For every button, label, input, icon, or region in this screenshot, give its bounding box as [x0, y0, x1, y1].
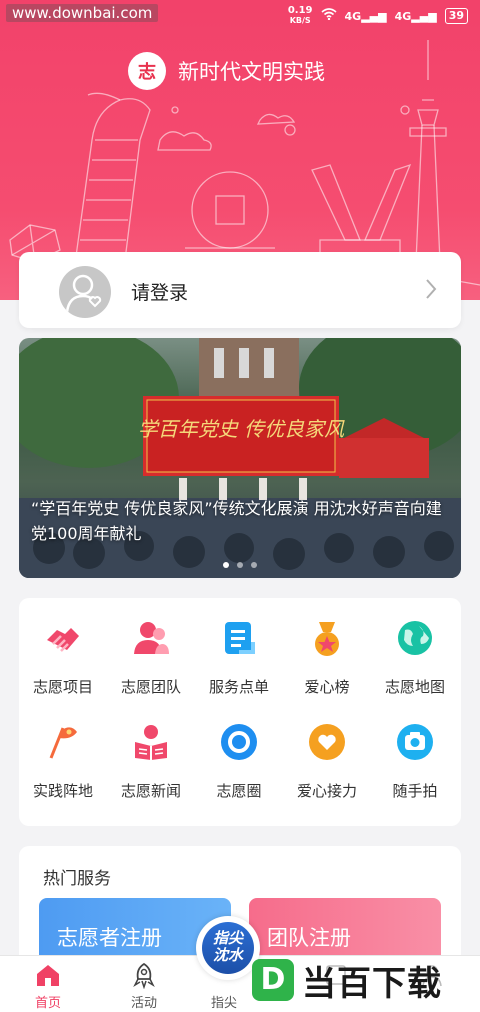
status-indicators: 0.19 KB/S 4G▂▄▆ 4G▂▄▆ 39 [288, 6, 468, 26]
battery-icon: 39 [444, 8, 468, 24]
watermark-text: www.downbai.com [6, 4, 159, 22]
signal-4g-icon: 4G▂▄▆ [344, 9, 387, 23]
grid-item-snapshot[interactable]: 随手拍 [371, 704, 459, 800]
network-speed: 0.19 KB/S [287, 5, 313, 26]
svg-text:学百年党史 传优良家风: 学百年党史 传优良家风 [138, 417, 345, 441]
grid-item-volunteer-team[interactable]: 志愿团队 [107, 600, 195, 696]
medal-icon [315, 622, 339, 656]
volunteer-logo-icon: 志 [128, 52, 166, 90]
carousel-dot[interactable] [223, 562, 229, 568]
news-carousel[interactable]: 学百年党史 传优良家风 “学百年党史 传优良家风”传统文化展演 用沈水好声音向建… [19, 338, 461, 578]
carousel-dot[interactable] [251, 562, 257, 568]
circle-icon [221, 724, 257, 760]
fingertip-float-button[interactable]: 指尖 沈水 [196, 916, 260, 980]
avatar [59, 266, 111, 318]
grid-item-practice-base[interactable]: 实践阵地 [19, 704, 107, 800]
status-bar: www.downbai.com 0.19 KB/S 4G▂▄▆ 4G▂▄▆ 39 [0, 0, 480, 30]
carousel-dot[interactable] [237, 562, 243, 568]
flag-icon [49, 727, 77, 759]
banner-caption: “学百年党史 传优良家风”传统文化展演 用沈水好声音向建党100周年献礼 [31, 499, 442, 543]
globe-icon [398, 621, 432, 655]
rocket-icon [133, 962, 155, 989]
signal-4g-icon: 4G▂▄▆ [394, 9, 437, 23]
brand-text: 当百下载 [302, 963, 442, 1004]
grid-item-volunteer-circle[interactable]: 志愿圈 [195, 704, 283, 800]
chevron-right-icon [425, 278, 437, 306]
login-label: 请登录 [131, 282, 189, 304]
section-title: 热门服务 [43, 869, 111, 889]
app-header: 志 新时代文明实践 [128, 52, 325, 90]
brand-logo-icon: D [252, 959, 294, 1001]
wifi-icon [321, 8, 337, 24]
user-icon [65, 274, 102, 313]
login-card[interactable]: 请登录 [19, 252, 461, 328]
grid-item-volunteer-news[interactable]: 志愿新闻 [107, 704, 195, 800]
team-icon [134, 622, 169, 654]
feature-grid: 志愿项目 志愿团队 服务点单 爱心榜 志愿地图 实践阵地 志愿新闻 志愿圈 爱心… [19, 598, 461, 826]
reader-icon [135, 725, 167, 760]
grid-item-service-order[interactable]: 服务点单 [195, 600, 283, 696]
grid-item-volunteer-map[interactable]: 志愿地图 [371, 600, 459, 696]
grid-item-volunteer-project[interactable]: 志愿项目 [19, 600, 107, 696]
page-title: 新时代文明实践 [178, 60, 325, 84]
camera-icon [397, 724, 433, 760]
fingertip-logo-icon: 指尖 沈水 [202, 922, 254, 974]
site-watermark: D 当百下载 [252, 955, 476, 1005]
grid-item-love-relay[interactable]: 爱心接力 [283, 704, 371, 800]
grid-item-love-ranking[interactable]: 爱心榜 [283, 600, 371, 696]
home-icon [37, 965, 59, 986]
carousel-dots [223, 562, 257, 568]
order-icon [225, 622, 255, 654]
tab-home[interactable]: 首页 [0, 956, 96, 1012]
handshake-icon [47, 628, 79, 652]
heart-hands-icon [309, 724, 345, 760]
